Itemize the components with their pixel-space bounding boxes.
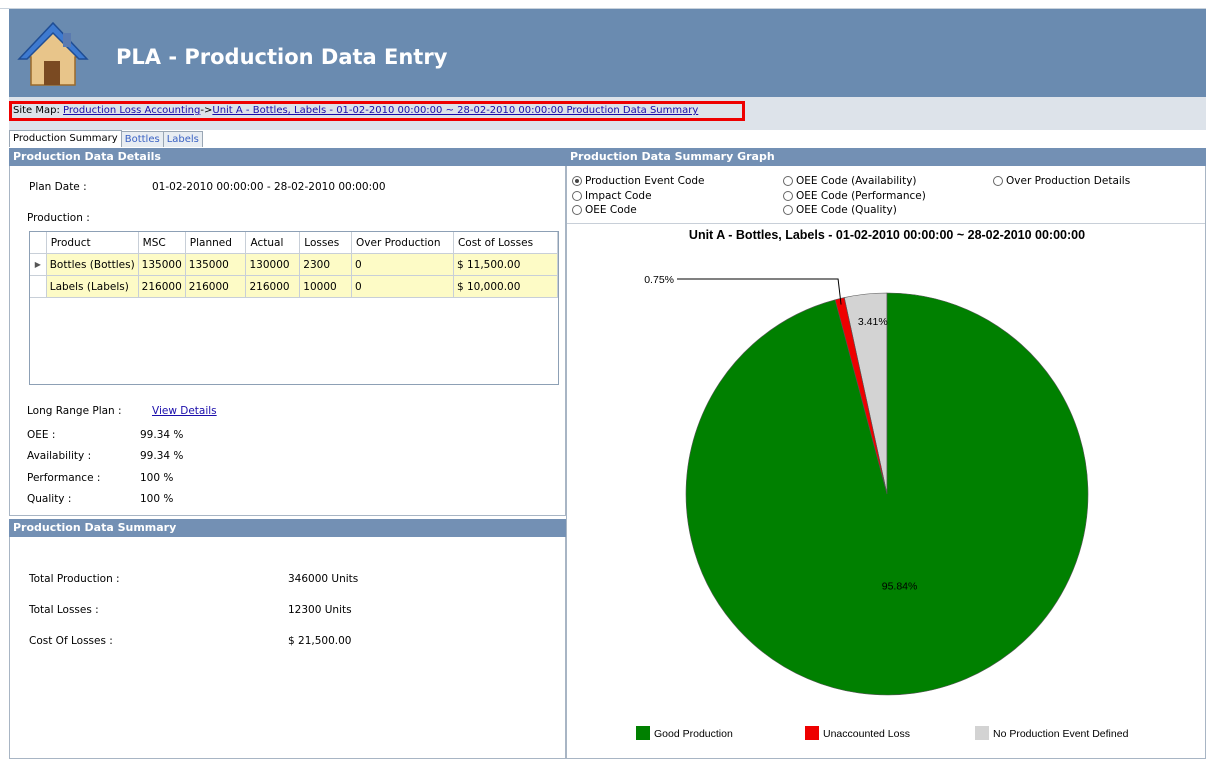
radio-icon — [783, 205, 793, 215]
breadcrumb-link-unit-summary[interactable]: Unit A - Bottles, Labels - 01-02-2010 00… — [212, 105, 698, 116]
app-header: PLA - Production Data Entry — [9, 9, 1206, 97]
table-cell[interactable]: 135000 — [185, 253, 247, 276]
radio-impact-code[interactable]: Impact Code — [572, 190, 652, 202]
production-label: Production : — [27, 212, 90, 224]
availability-label: Availability : — [27, 450, 92, 462]
pie-data-label: 95.84% — [882, 581, 918, 593]
pie-data-label: 3.41% — [858, 316, 888, 328]
row-selector[interactable] — [30, 275, 47, 298]
production-grid[interactable]: Product MSC Planned Actual Losses Over P… — [29, 231, 559, 385]
row-selector-arrow-icon[interactable]: ▶ — [30, 253, 47, 276]
total-production-label: Total Production : — [29, 573, 120, 585]
view-details-link[interactable]: View Details — [152, 405, 217, 417]
performance-value: 100 % — [140, 472, 174, 484]
row-selector-header — [30, 232, 47, 254]
availability-value: 99.34 % — [140, 450, 184, 462]
radio-over-production-details[interactable]: Over Production Details — [993, 175, 1130, 187]
summary-graph-header: Production Data Summary Graph — [566, 148, 1206, 166]
table-cell[interactable]: 135000 — [138, 253, 186, 276]
radio-label: Production Event Code — [585, 175, 705, 187]
table-cell[interactable]: $ 11,500.00 — [453, 253, 559, 276]
radio-oee-code-quality[interactable]: OEE Code (Quality) — [783, 204, 897, 216]
production-details-header: Production Data Details — [9, 148, 566, 166]
radio-label: OEE Code (Performance) — [796, 190, 926, 202]
table-row[interactable]: Labels (Labels) 216000 216000 216000 100… — [30, 275, 559, 298]
chart-title: Unit A - Bottles, Labels - 01-02-2010 00… — [689, 228, 1085, 242]
total-losses-value: 12300 Units — [288, 604, 352, 616]
table-cell[interactable]: 216000 — [138, 275, 186, 298]
legend-swatch — [975, 726, 989, 740]
table-cell[interactable]: 10000 — [299, 275, 353, 298]
column-header-planned[interactable]: Planned — [185, 232, 247, 254]
quality-label: Quality : — [27, 493, 72, 505]
table-cell[interactable]: 0 — [351, 275, 454, 298]
table-cell[interactable]: 2300 — [299, 253, 353, 276]
table-row[interactable]: ▶ Bottles (Bottles) 135000 135000 130000… — [30, 253, 559, 276]
column-header-losses[interactable]: Losses — [299, 232, 353, 254]
performance-label: Performance : — [27, 472, 101, 484]
legend-label: Good Production — [654, 728, 733, 740]
home-icon[interactable] — [17, 21, 89, 89]
plan-date-value: 01-02-2010 00:00:00 - 28-02-2010 00:00:0… — [152, 181, 386, 193]
tab-labels[interactable]: Labels — [162, 131, 203, 147]
breadcrumb-prefix: Site Map: — [13, 105, 64, 116]
oee-label: OEE : — [27, 429, 56, 441]
radio-icon — [993, 176, 1003, 186]
column-header-over-production[interactable]: Over Production — [351, 232, 454, 254]
radio-oee-code[interactable]: OEE Code — [572, 204, 637, 216]
oee-value: 99.34 % — [140, 429, 184, 441]
breadcrumb: Site Map: Production Loss Accounting->Un… — [9, 101, 745, 121]
top-strip — [0, 0, 1206, 9]
table-cell[interactable]: 130000 — [245, 253, 301, 276]
column-header-actual[interactable]: Actual — [245, 232, 301, 254]
table-cell[interactable]: Bottles (Bottles) — [46, 253, 139, 276]
production-table: Product MSC Planned Actual Losses Over P… — [30, 232, 559, 298]
radio-icon — [783, 191, 793, 201]
pie-leader-line — [677, 278, 842, 305]
breadcrumb-separator: -> — [200, 105, 213, 116]
table-cell[interactable]: 0 — [351, 253, 454, 276]
radio-icon — [572, 191, 582, 201]
cost-of-losses-label: Cost Of Losses : — [29, 635, 113, 647]
radio-icon — [572, 205, 582, 215]
column-header-product[interactable]: Product — [46, 232, 139, 254]
breadcrumb-link-production-loss-accounting[interactable]: Production Loss Accounting — [63, 105, 200, 116]
total-production-value: 346000 Units — [288, 573, 359, 585]
legend-swatch — [805, 726, 819, 740]
legend-label: No Production Event Defined — [993, 728, 1129, 740]
table-cell[interactable]: $ 10,000.00 — [453, 275, 559, 298]
column-header-msc[interactable]: MSC — [138, 232, 186, 254]
legend-label: Unaccounted Loss — [823, 728, 910, 740]
table-cell[interactable]: Labels (Labels) — [46, 275, 139, 298]
table-header-row: Product MSC Planned Actual Losses Over P… — [30, 232, 559, 254]
tab-production-summary[interactable]: Production Summary — [9, 130, 122, 147]
radio-selected-icon — [572, 176, 582, 186]
long-range-plan-label: Long Range Plan : — [27, 405, 122, 417]
radio-production-event-code[interactable]: Production Event Code — [572, 175, 705, 187]
radio-label: OEE Code (Availability) — [796, 175, 917, 187]
tab-bar: Production Summary Bottles Labels — [9, 130, 203, 147]
production-summary-header: Production Data Summary — [9, 519, 566, 537]
tab-bottles[interactable]: Bottles — [120, 131, 164, 147]
legend-swatch — [636, 726, 650, 740]
radio-label: Impact Code — [585, 190, 652, 202]
total-losses-label: Total Losses : — [29, 604, 99, 616]
plan-date-label: Plan Date : — [29, 181, 87, 193]
page-title: PLA - Production Data Entry — [116, 45, 448, 69]
radio-oee-code-performance[interactable]: OEE Code (Performance) — [783, 190, 926, 202]
radio-label: OEE Code (Quality) — [796, 204, 897, 216]
pie-chart: Unit A - Bottles, Labels - 01-02-2010 00… — [636, 228, 1129, 740]
pie-slice-good-production — [685, 292, 1089, 696]
pie-data-label: 0.75% — [644, 274, 674, 286]
cost-of-losses-value: $ 21,500.00 — [288, 635, 352, 647]
radio-label: Over Production Details — [1006, 175, 1131, 187]
radio-oee-code-availability[interactable]: OEE Code (Availability) — [783, 175, 917, 187]
column-header-cost-of-losses[interactable]: Cost of Losses — [453, 232, 559, 254]
table-cell[interactable]: 216000 — [245, 275, 301, 298]
quality-value: 100 % — [140, 493, 174, 505]
table-cell[interactable]: 216000 — [185, 275, 247, 298]
radio-icon — [783, 176, 793, 186]
breadcrumb-bar: Site Map: Production Loss Accounting->Un… — [9, 97, 1206, 130]
radio-label: OEE Code — [585, 204, 637, 216]
